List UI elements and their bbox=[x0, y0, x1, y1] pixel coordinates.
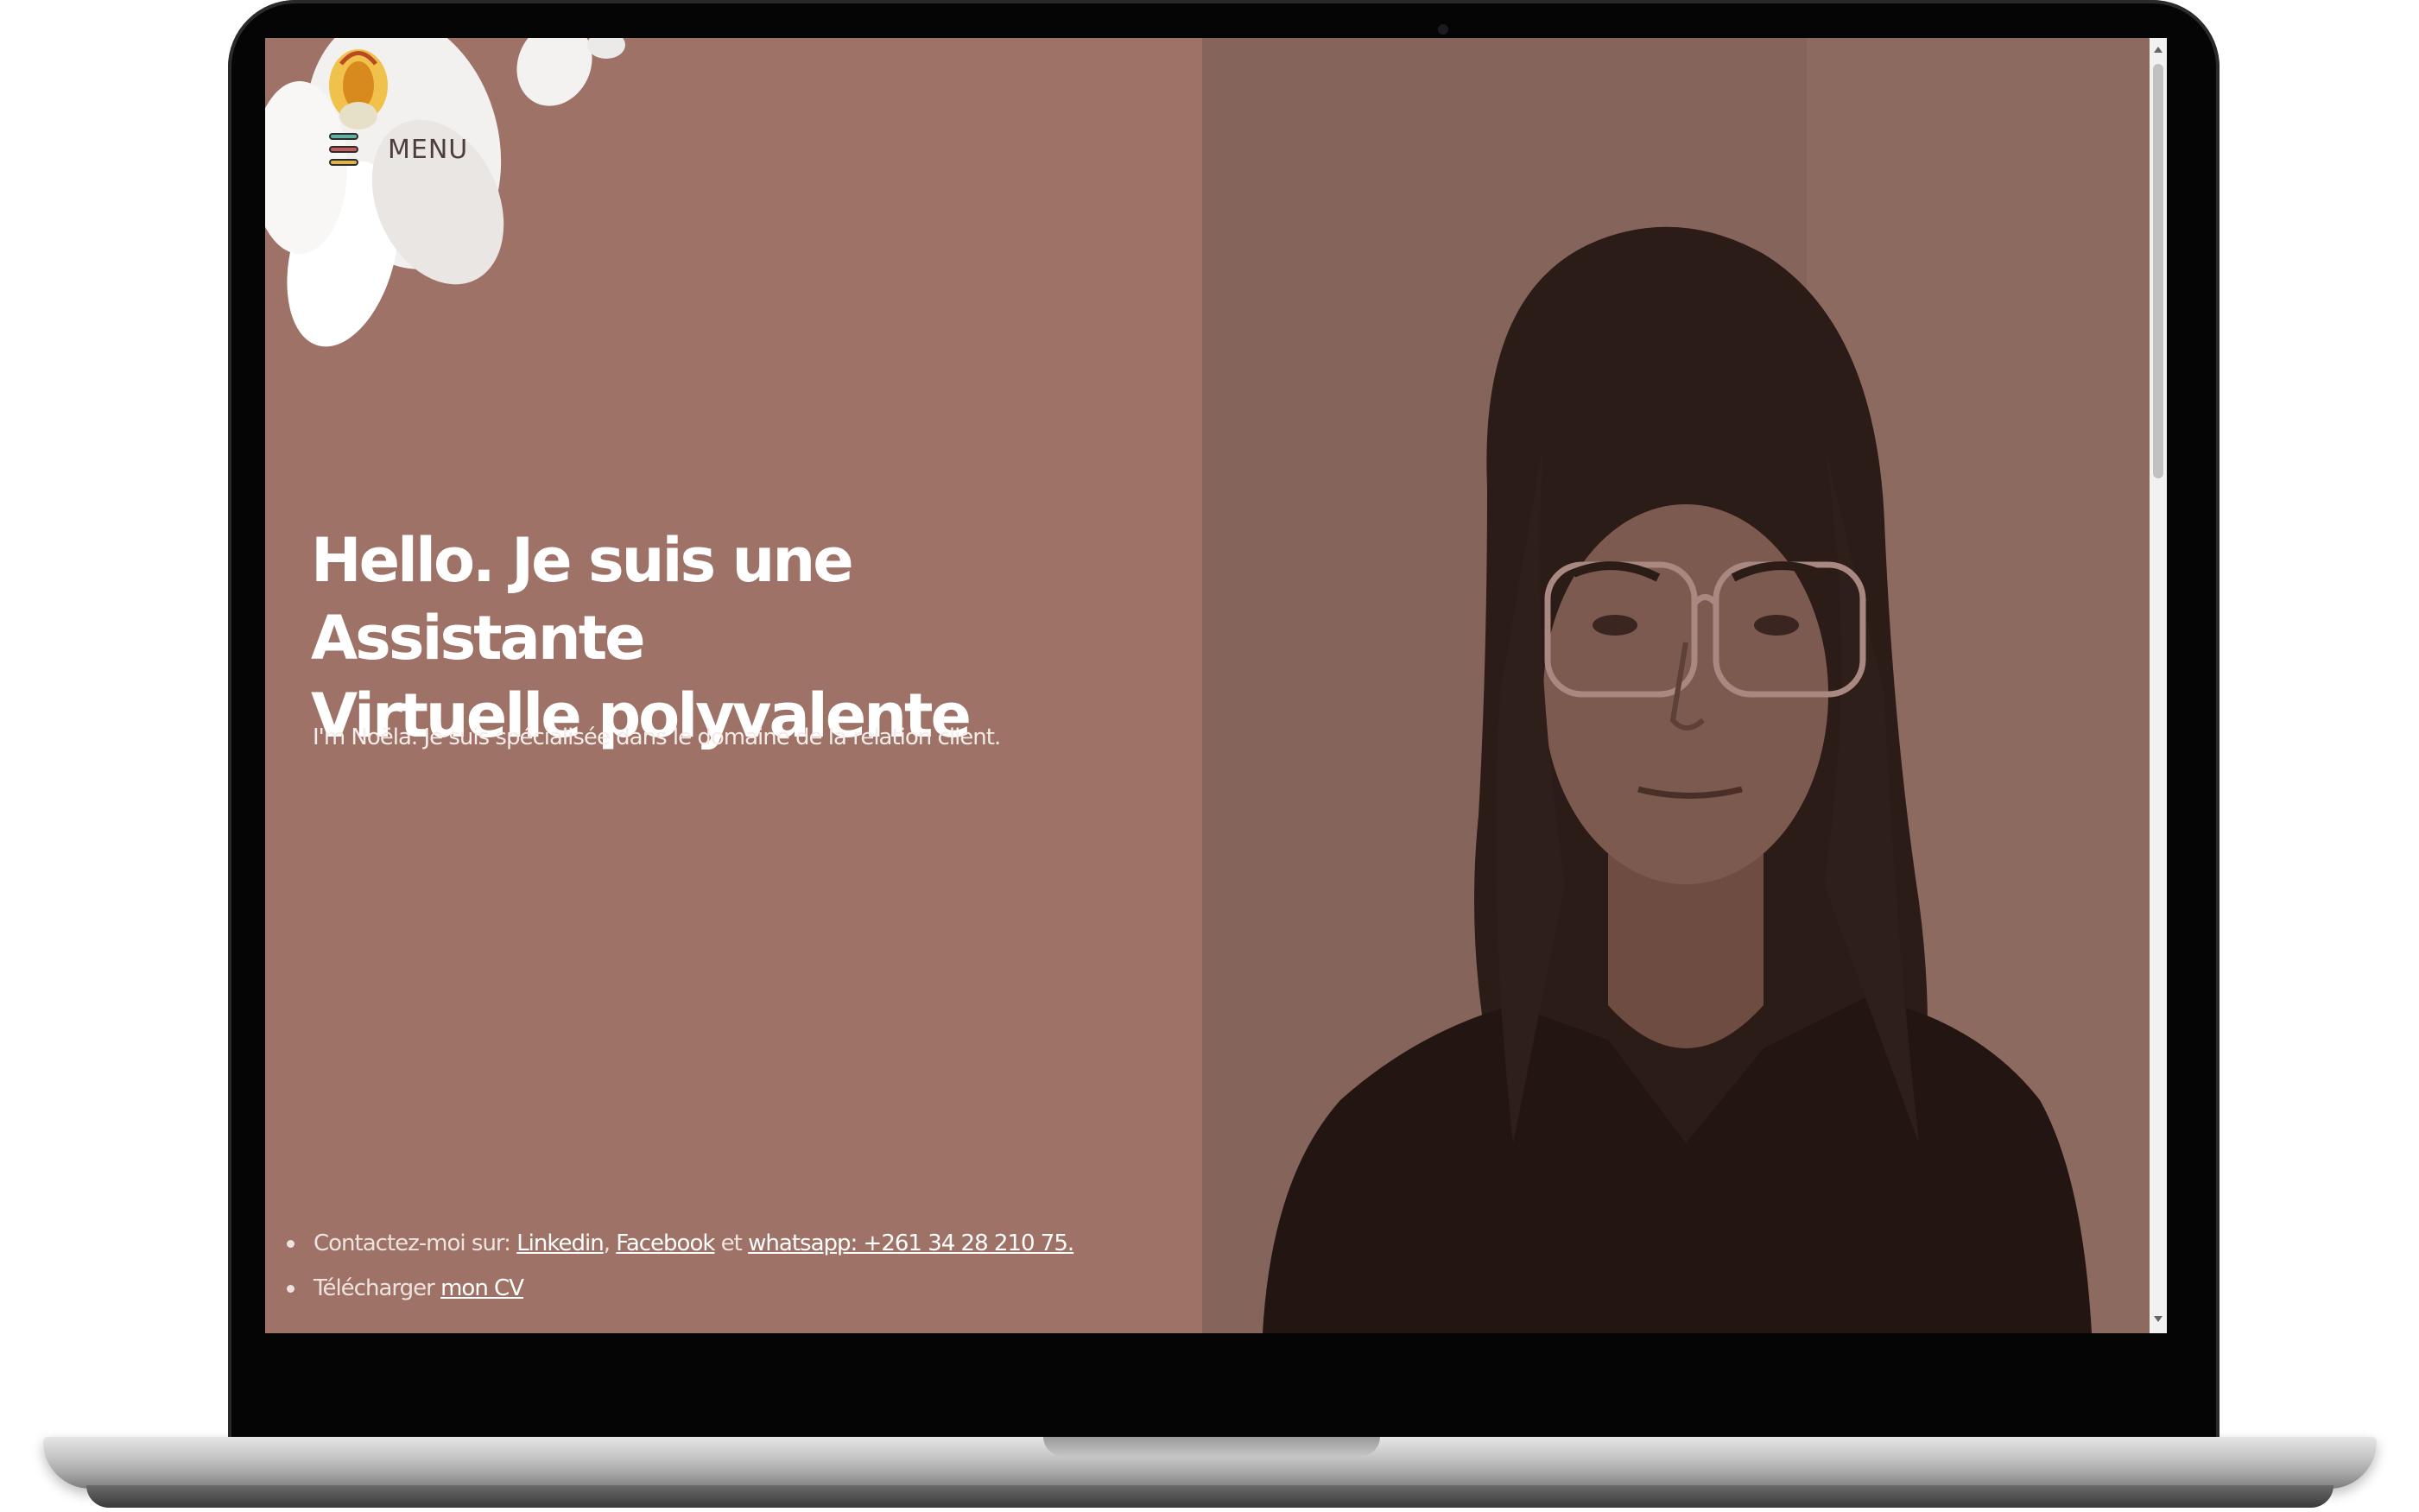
scroll-up-arrow-icon[interactable] bbox=[2154, 47, 2163, 53]
cv-download-link[interactable]: mon CV bbox=[440, 1275, 524, 1301]
facebook-link[interactable]: Facebook bbox=[616, 1230, 715, 1256]
laptop-frame: MENU Hello. Je suis une Assistante Virtu… bbox=[0, 0, 2419, 1512]
portrait-photo bbox=[1202, 38, 2150, 1333]
hero-title: Hello. Je suis une Assistante Virtuelle … bbox=[311, 522, 1088, 755]
download-prefix: Télécharger bbox=[313, 1275, 441, 1301]
laptop-notch bbox=[1043, 1437, 1380, 1456]
contact-list: Contactez-moi sur: Linkedin, Facebook et… bbox=[284, 1221, 1074, 1311]
menu-button[interactable]: MENU bbox=[329, 133, 468, 166]
browser-viewport: MENU Hello. Je suis une Assistante Virtu… bbox=[265, 38, 2167, 1333]
whatsapp-link[interactable]: whatsapp: +261 34 28 210 75. bbox=[748, 1230, 1074, 1256]
download-item: Télécharger mon CV bbox=[284, 1266, 1073, 1311]
hamburger-icon bbox=[329, 133, 358, 166]
menu-label: MENU bbox=[388, 134, 469, 165]
hero-left-panel: MENU Hello. Je suis une Assistante Virtu… bbox=[265, 38, 1202, 1333]
contact-prefix: Contactez-moi sur: bbox=[313, 1230, 517, 1256]
laptop-base-foot bbox=[86, 1485, 2334, 1508]
hero-title-line1: Hello. Je suis une Assistante bbox=[311, 525, 854, 674]
hero-right-panel bbox=[1202, 38, 2150, 1333]
scroll-down-arrow-icon[interactable] bbox=[2154, 1316, 2163, 1322]
linkedin-link[interactable]: Linkedin bbox=[516, 1230, 605, 1256]
contact-separator: et bbox=[714, 1230, 749, 1256]
contact-separator: , bbox=[603, 1230, 617, 1256]
scroll-thumb[interactable] bbox=[2153, 64, 2163, 478]
orchid-flower-icon bbox=[265, 38, 625, 347]
contact-item: Contactez-moi sur: Linkedin, Facebook et… bbox=[284, 1221, 1074, 1266]
webcam bbox=[1438, 24, 1448, 35]
hero-subtitle: I'm Noëla. Je suis spécialisée dans le d… bbox=[313, 724, 1001, 750]
page-scrollbar[interactable] bbox=[2150, 38, 2167, 1333]
